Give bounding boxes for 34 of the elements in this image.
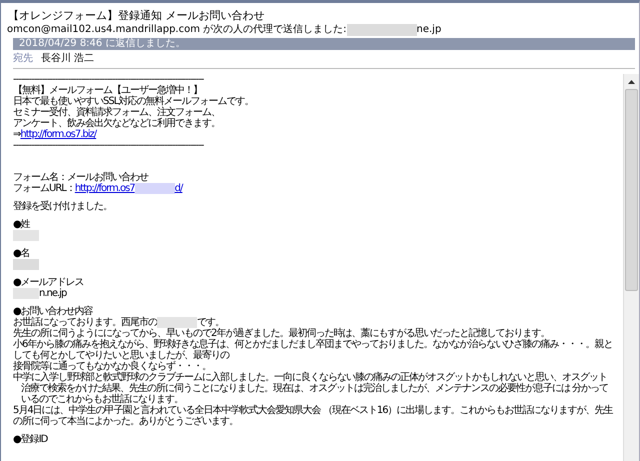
body-text: 【無料】メールフォーム【ユーザー急増中！】 [13,85,202,96]
body-text: ●登録ID [13,434,48,445]
body-text: ------------------------------------------------------------------------- [13,74,204,85]
sender-text: omcon@mail102.us4.mandrillapp.com が次の人の代理で送信しました: [7,23,347,36]
body-text: フォームURL： [13,183,75,194]
body-text: ●メールアドレス [13,277,84,288]
body-text: 中学に入学し野球部と軟式野球のクラブチームに入部しました。一向に良くならない膝の痛みの正体がオスグットかもしれないと思い、オスグット [13,372,607,383]
body-text: ⇒ [13,129,20,140]
info-bar: 2018/04/29 8:46 に返信しました。 [13,38,635,50]
body-text: 日本で最も使いやすいSSL対応の無料メールフォームです。 [13,96,254,107]
body-text: 登録を受け付けました。 [13,201,112,212]
email-subject: 【オレンジフォーム】登録通知 メールお問い合わせ [8,9,266,23]
body-text: です。 [197,317,224,328]
body-text: ●姓 [13,219,30,230]
recipient-name: 長谷川 浩二 [41,52,94,66]
body-text: 小6年から膝の痛みを抱えながら、野球好きな息子は、何とかだましだまし卒団までやっておりました。なかなか治らないひざ膝の痛み・・・。親としても何とかしてやりたいと思いましたが、最寄りの [13,339,614,361]
body-text: セミナー受付、資料請求フォーム、注文フォーム、 [13,107,220,118]
scrollbar-thumb[interactable] [625,89,638,291]
body-text: 先生の所に伺うようにになってから、早いもので2年が過ぎました。最初伺った時は、藁にもすがる思いだったと記憶しております。 [13,328,550,339]
link[interactable]: d/ [174,183,182,194]
body-text: 接骨院等に通ってもなかなか良くならず・・・。 [13,361,211,372]
body-text: ------------------------------------------------------------------------- [13,140,204,151]
body-text: 5月4日には、中学生の甲子園と言われている全日本中学軟式大会愛知県大会 （現在ベスト16）に出場します。これからもお世話になりますが、先生の所に伺って本当によかった。ありがとうございます。 [13,405,614,427]
link[interactable]: http://form.os7 [74,183,135,194]
scrollbar[interactable] [623,74,639,461]
body-text: アンケート、飲み会出欠などなどに利用できます。 [13,118,220,129]
to-label: 宛先 [13,52,33,66]
body-text: ●お問い合わせ内容 [13,306,93,317]
body-text: ●名 [13,248,30,259]
link[interactable]: http://form.os7.biz/ [20,129,96,140]
body-text: フォーム名：メールお問い合わせ [13,172,148,183]
body-text: 治療で検索をかけた結果、先生の所に伺うことになりました。現在は、オスグットは完治しましたが、メンテナンスの必要性が息子には 分かっているのでこれからもお世話になります。 [21,383,608,405]
body-text: n.ne.jp [39,288,66,299]
sender-text: ne.jp [416,23,442,36]
